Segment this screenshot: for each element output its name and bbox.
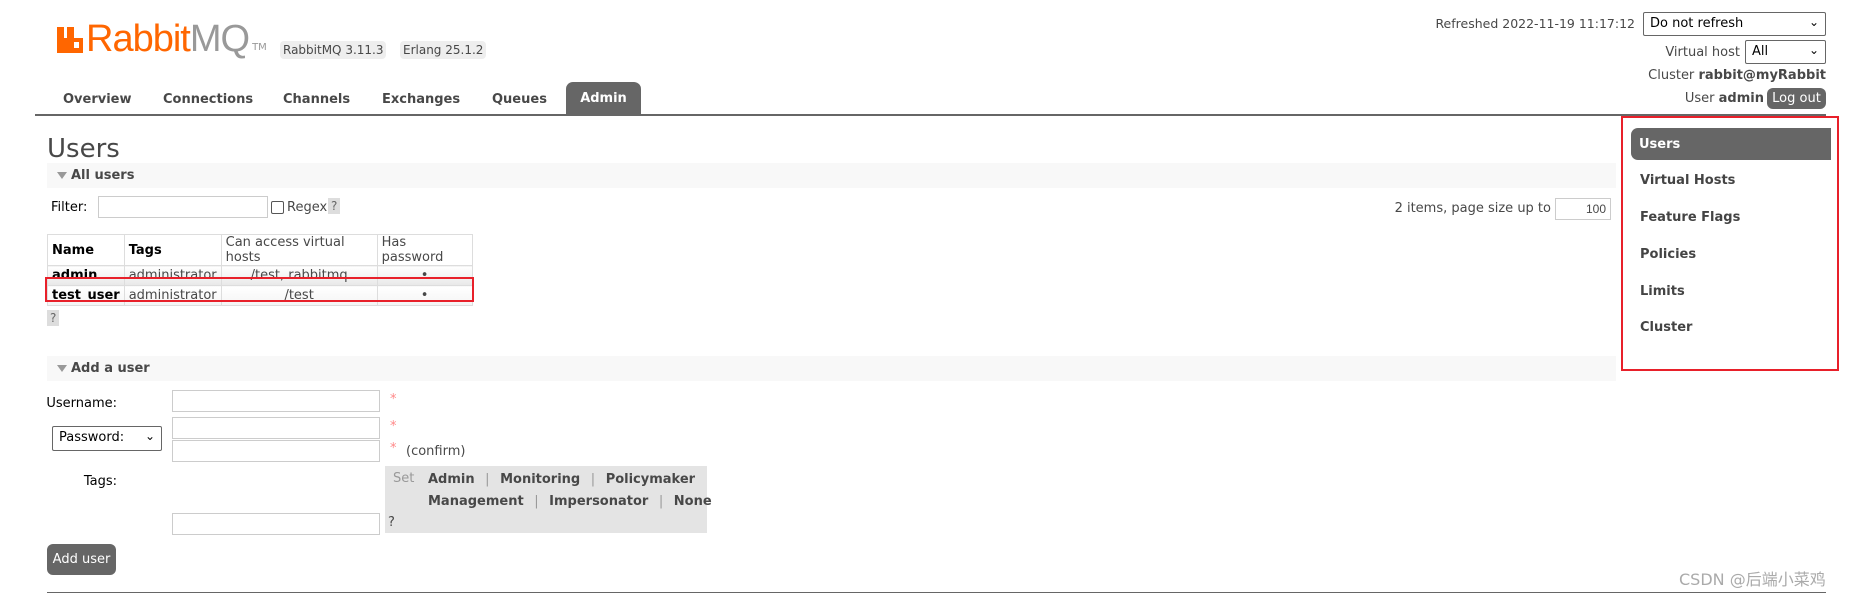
tab-queues[interactable]: Queues: [492, 92, 547, 107]
tab-channels[interactable]: Channels: [283, 92, 350, 107]
password-confirm-input[interactable]: [172, 440, 380, 462]
tag-option-impersonator[interactable]: Impersonator: [549, 494, 648, 509]
column-header-has-password: Has password: [376, 234, 473, 266]
logo-tm: TM: [252, 42, 267, 53]
required-marker: *: [390, 441, 397, 456]
tab-admin[interactable]: Admin: [566, 82, 641, 115]
password-type-select[interactable]: Password: ⌄: [52, 426, 162, 451]
tab-exchanges[interactable]: Exchanges: [382, 92, 460, 107]
filter-label: Filter:: [51, 200, 88, 215]
password-input[interactable]: [172, 417, 380, 439]
rabbitmq-logo: RabbitMQ TM: [57, 18, 267, 60]
filter-help-button[interactable]: ?: [328, 198, 341, 214]
watermark: CSDN @后端小菜鸡: [1679, 570, 1826, 589]
tag-option-none[interactable]: None: [674, 494, 712, 509]
chevron-down-icon: ⌄: [1808, 43, 1819, 57]
regex-checkbox[interactable]: [271, 201, 284, 214]
tag-option-monitoring[interactable]: Monitoring: [500, 472, 580, 487]
required-marker: *: [390, 392, 397, 407]
chevron-down-icon: ⌄: [1808, 15, 1819, 29]
highlight-box-admin-nav: [1621, 116, 1839, 371]
column-header-vhosts: Can access virtual hosts: [220, 234, 378, 266]
table-help-button[interactable]: ?: [47, 310, 60, 326]
tags-label: Tags:: [83, 474, 117, 489]
rabbit-logo-icon: [57, 27, 83, 53]
logo-text: RabbitMQ: [86, 18, 250, 60]
virtual-host-select[interactable]: All ⌄: [1745, 40, 1826, 64]
tags-input[interactable]: [172, 513, 380, 535]
tab-connections[interactable]: Connections: [163, 92, 253, 107]
required-marker: *: [390, 419, 397, 434]
filter-input[interactable]: [98, 196, 268, 218]
highlight-box-test-user: [45, 277, 474, 302]
tag-option-admin[interactable]: Admin: [428, 472, 475, 487]
virtual-host-label: Virtual host: [1665, 45, 1740, 60]
page-title: Users: [47, 134, 120, 164]
items-count-text: 2 items, page size up to: [1394, 201, 1551, 216]
version-badge: RabbitMQ 3.11.3: [280, 41, 387, 59]
username-input[interactable]: [172, 390, 380, 412]
all-users-section-toggle[interactable]: All users: [47, 163, 1616, 188]
page-size-input[interactable]: [1555, 198, 1611, 220]
tabs-divider: [35, 114, 1826, 116]
regex-label: Regex: [287, 200, 328, 215]
collapse-triangle-icon: [57, 365, 67, 372]
refreshed-text: Refreshed 2022-11-19 11:17:12: [1435, 16, 1635, 31]
tab-overview[interactable]: Overview: [63, 92, 132, 107]
collapse-triangle-icon: [57, 172, 67, 179]
bottom-divider: [47, 592, 1826, 593]
column-header-name[interactable]: Name: [47, 234, 125, 266]
user-info: User admin: [1684, 91, 1764, 106]
tag-option-management[interactable]: Management: [428, 494, 524, 509]
tag-option-policymaker[interactable]: Policymaker: [606, 472, 695, 487]
chevron-down-icon: ⌄: [144, 429, 155, 443]
erlang-badge: Erlang 25.1.2: [400, 41, 487, 59]
username-label: Username:: [46, 396, 117, 411]
logout-button[interactable]: Log out: [1767, 88, 1826, 109]
table-header: Name Tags Can access virtual hosts Has p…: [47, 234, 473, 266]
add-user-section-toggle[interactable]: Add a user: [47, 356, 1616, 381]
tags-helper-panel: Set Admin | Monitoring | Policymaker Man…: [385, 466, 712, 533]
cluster-info: Cluster rabbit@myRabbit: [1648, 68, 1826, 83]
column-header-tags[interactable]: Tags: [123, 234, 222, 266]
refresh-select[interactable]: Do not refresh ⌄: [1643, 12, 1826, 36]
add-user-button[interactable]: Add user: [47, 544, 116, 575]
confirm-label: (confirm): [406, 444, 466, 459]
tags-help-button[interactable]: ?: [388, 515, 395, 530]
